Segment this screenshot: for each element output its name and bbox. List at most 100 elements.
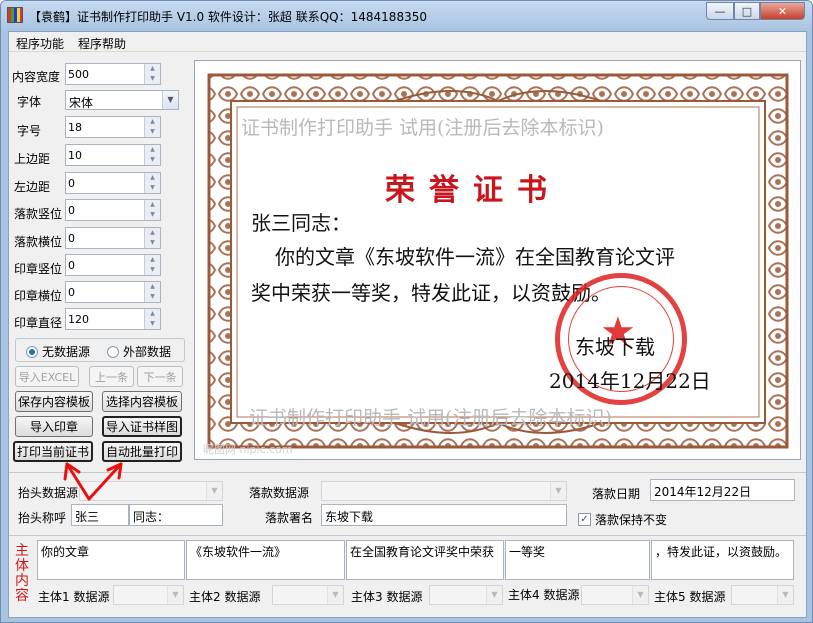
separator — [9, 472, 806, 473]
next-record-button[interactable]: 下一条 — [137, 366, 183, 387]
menu-program-help[interactable]: 程序帮助 — [78, 35, 126, 52]
header-name-input[interactable]: 张三 — [71, 504, 129, 526]
content-width-label: 内容宽度 — [12, 70, 61, 84]
header-source-label: 抬头数据源 — [18, 486, 79, 500]
maximize-button[interactable]: □ — [734, 2, 760, 20]
corner-watermark: 昵图网 nipic.com — [203, 443, 293, 456]
certificate-preview: 证书制作打印助手 试用(注册后去除本标识) 荣誉证书 张三同志： 你的文章《东坡… — [194, 60, 801, 460]
radio-selected-icon — [26, 345, 38, 358]
auto-batch-print-button[interactable]: 自动批量打印 — [102, 441, 182, 462]
header-suffix-input[interactable]: 同志： — [129, 504, 223, 526]
font-size-input[interactable]: 18 ▲ ▼ — [65, 116, 161, 138]
import-seal-button[interactable]: 导入印章 — [15, 416, 93, 437]
chevron-down-icon: ▼ — [167, 586, 183, 604]
certificate-date: 2014年12月22日 — [549, 369, 711, 393]
spin-arrows[interactable]: ▲ ▼ — [144, 145, 160, 165]
app-icon — [7, 7, 23, 23]
close-button[interactable]: ✕ — [760, 2, 805, 20]
minimize-button[interactable]: — — [706, 2, 734, 20]
certificate-signature: 东坡下载 — [575, 335, 655, 359]
left-margin-label: 左边距 — [14, 180, 51, 194]
chevron-down-icon: ▼ — [162, 91, 178, 109]
seal-vertical-label: 印章竖位 — [14, 262, 63, 276]
spin-arrows[interactable]: ▲ ▼ — [144, 309, 160, 329]
body-part-5-input[interactable]: ，特发此证，以资鼓励。 — [651, 540, 794, 580]
body-source-2-label: 主体2 数据源 — [189, 590, 261, 604]
header-source-select[interactable]: ▼ — [79, 481, 223, 501]
save-template-button[interactable]: 保存内容模板 — [15, 391, 93, 412]
sign-vertical-input[interactable]: 0 ▲ ▼ — [65, 199, 161, 221]
watermark-bottom: 证书制作打印助手 试用(注册后去除本标识) — [249, 407, 612, 429]
spin-arrows[interactable]: ▲ ▼ — [144, 64, 160, 84]
sign-name-input[interactable]: 东坡下载 — [321, 504, 567, 526]
font-select[interactable]: 宋体 ▼ — [65, 90, 179, 110]
window-title: 【袁鹤】证书制作打印助手 V1.0 软件设计：张超 联系QQ：148418835… — [29, 10, 427, 24]
separator — [9, 535, 806, 536]
print-current-button[interactable]: 打印当前证书 — [13, 441, 93, 462]
chevron-down-icon: ▼ — [777, 586, 793, 604]
body-source-1-select[interactable]: ▼ — [113, 585, 184, 605]
spin-arrows[interactable]: ▲ ▼ — [144, 255, 160, 275]
body-part-3-input[interactable]: 在全国教育论文评奖中荣获 — [346, 540, 504, 580]
keep-sign-checkbox[interactable]: ✓ 落款保持不变 — [578, 511, 667, 528]
body-part-1-input[interactable]: 你的文章 — [37, 540, 185, 580]
spin-arrows[interactable]: ▲ ▼ — [144, 200, 160, 220]
content-width-input[interactable]: 500 ▲ ▼ — [65, 63, 161, 85]
body-source-2-select[interactable]: ▼ — [272, 585, 344, 605]
chevron-down-icon: ▼ — [327, 586, 343, 604]
seal-vertical-input[interactable]: 0 ▲ ▼ — [65, 254, 161, 276]
seal-diameter-input[interactable]: 120 ▲ ▼ — [65, 308, 161, 330]
header-name-label: 抬头称呼 — [18, 511, 67, 525]
body-source-4-label: 主体4 数据源 — [508, 588, 580, 602]
spin-arrows[interactable]: ▲ ▼ — [144, 117, 160, 137]
body-content-label: 主体内容 — [15, 543, 29, 604]
sign-date-label: 落款日期 — [592, 487, 641, 501]
body-part-2-input[interactable]: 《东坡软件一流》 — [186, 540, 345, 580]
sign-horizontal-input[interactable]: 0 ▲ ▼ — [65, 227, 161, 249]
certificate-body-line2: 奖中荣获一等奖，特发此证，以资鼓励。 — [251, 281, 611, 305]
chevron-down-icon: ▼ — [550, 482, 566, 500]
prev-record-button[interactable]: 上一条 — [89, 366, 134, 387]
sign-date-input[interactable]: 2014年12月22日 — [650, 479, 795, 501]
import-excel-button[interactable]: 导入EXCEL — [15, 366, 79, 387]
sign-horizontal-label: 落款横位 — [14, 235, 63, 249]
font-label: 字体 — [17, 95, 42, 109]
seal-horizontal-label: 印章横位 — [14, 289, 63, 303]
seal-horizontal-input[interactable]: 0 ▲ ▼ — [65, 281, 161, 303]
body-source-3-label: 主体3 数据源 — [351, 590, 423, 604]
font-size-label: 字号 — [17, 124, 42, 138]
left-margin-input[interactable]: 0 ▲ ▼ — [65, 172, 161, 194]
seal-diameter-label: 印章直径 — [14, 316, 63, 330]
certificate-body-line1: 你的文章《东坡软件一流》在全国教育论文评 — [275, 245, 675, 269]
body-source-3-select[interactable]: ▼ — [429, 585, 503, 605]
no-data-source-radio[interactable]: 无数据源 — [26, 343, 90, 360]
spin-arrows[interactable]: ▲ ▼ — [144, 173, 160, 193]
spin-arrows[interactable]: ▲ ▼ — [144, 282, 160, 302]
checkmark-icon: ✓ — [578, 513, 591, 526]
chevron-down-icon: ▼ — [632, 586, 648, 604]
title-bar[interactable]: 【袁鹤】证书制作打印助手 V1.0 软件设计：张超 联系QQ：148418835… — [1, 1, 812, 31]
top-margin-label: 上边距 — [14, 152, 51, 166]
sign-source-label: 落款数据源 — [249, 486, 310, 500]
import-sample-image-button[interactable]: 导入证书样图 — [102, 416, 182, 437]
top-margin-input[interactable]: 10 ▲ ▼ — [65, 144, 161, 166]
sign-source-select[interactable]: ▼ — [321, 481, 567, 501]
chevron-down-icon: ▼ — [206, 482, 222, 500]
body-source-5-select[interactable]: ▼ — [731, 585, 794, 605]
body-part-4-input[interactable]: 一等奖 — [505, 540, 650, 580]
spin-arrows[interactable]: ▲ ▼ — [144, 228, 160, 248]
chevron-down-icon: ▼ — [486, 586, 502, 604]
client-area: 程序功能 程序帮助 内容宽度 500 ▲ ▼ 字体 宋体 ▼ 字号 18 ▲ ▼ 上… — [8, 31, 807, 618]
radio-empty-icon — [107, 345, 119, 358]
arrow-head-icon — [106, 462, 123, 480]
certificate-salutation: 张三同志： — [251, 211, 351, 235]
app-window: 【袁鹤】证书制作打印助手 V1.0 软件设计：张超 联系QQ：148418835… — [0, 0, 813, 623]
menu-program-functions[interactable]: 程序功能 — [16, 35, 64, 52]
sign-vertical-label: 落款竖位 — [14, 207, 63, 221]
sign-name-label: 落款署名 — [265, 511, 314, 525]
watermark-top: 证书制作打印助手 试用(注册后去除本标识) — [241, 117, 604, 139]
body-source-4-select[interactable]: ▼ — [581, 585, 649, 605]
certificate-heading: 荣誉证书 — [385, 173, 561, 208]
choose-template-button[interactable]: 选择内容模板 — [102, 391, 182, 412]
external-data-radio[interactable]: 外部数据 — [107, 343, 171, 360]
